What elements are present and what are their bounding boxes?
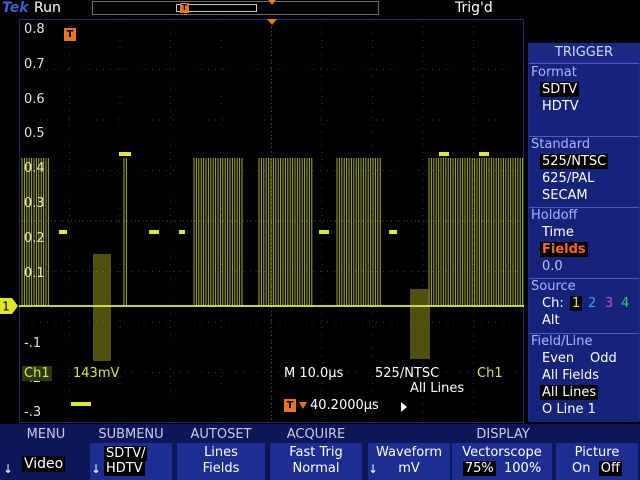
delay-trigger-marker: T <box>284 399 296 412</box>
holdoff-option-time[interactable]: Time <box>540 225 576 240</box>
format-heading: Format <box>531 65 577 80</box>
acquire-header: ACQUIRE <box>286 427 346 442</box>
menu-down-arrow-icon: ↓ <box>3 462 14 476</box>
y-label: 0.7 <box>24 57 45 72</box>
autoset-header: AUTOSET <box>190 427 252 442</box>
submenu-down-arrow-icon: ↓ <box>91 462 102 476</box>
acquire-label-1: Fast Trig <box>289 445 343 460</box>
submenu-label-2: HDTV <box>104 461 145 476</box>
y-label: -.3 <box>24 405 42 420</box>
vectorscope-100[interactable]: 100% <box>504 461 541 476</box>
run-state: Run <box>34 0 61 16</box>
field-line-heading: Field/Line <box>531 334 593 349</box>
trigger-standard-readout: 525/NTSC <box>375 366 440 381</box>
field-option-all-lines[interactable]: All Lines <box>540 385 599 400</box>
delay-arrow-icon <box>299 402 307 409</box>
display-header: DISPLAY <box>476 427 530 442</box>
autoset-button[interactable]: Lines Fields <box>177 443 265 480</box>
source-channel-3[interactable]: 3 <box>603 296 615 311</box>
holdoff-value: 0.0 <box>542 259 563 274</box>
standard-option-pal[interactable]: 625/PAL <box>540 171 596 186</box>
record-trigger-marker: T <box>180 3 189 13</box>
delay-pointer-icon <box>401 402 407 412</box>
waveform-value: mV <box>398 461 420 476</box>
picture-button[interactable]: Picture On Off <box>556 443 638 480</box>
y-label: 0.2 <box>24 231 45 246</box>
y-label: -.1 <box>24 336 42 351</box>
source-heading: Source <box>531 279 576 294</box>
vectorscope-75[interactable]: 75% <box>462 461 496 476</box>
vectorscope-label: Vectorscope <box>462 445 542 460</box>
side-menu-title: TRIGGER <box>554 45 614 60</box>
trigger-position-arrow-icon <box>268 0 276 5</box>
format-option-hdtv[interactable]: HDTV <box>540 99 581 114</box>
trigger-marker: T <box>64 28 76 41</box>
field-option-odd[interactable]: Odd <box>588 351 619 366</box>
trigger-lines-readout: All Lines <box>410 381 465 396</box>
brand-logo: Tek <box>2 0 29 16</box>
source-channel-4[interactable]: 4 <box>619 296 631 311</box>
autoset-label-1: Lines <box>204 445 238 460</box>
ch1-ground-label: 1 <box>2 300 10 314</box>
field-option-line-number[interactable]: O Line 1 <box>540 402 598 417</box>
channel-readout[interactable]: Ch1 <box>22 366 52 381</box>
picture-label: Picture <box>574 445 620 460</box>
y-label: 0.4 <box>24 161 45 176</box>
source-channel-2[interactable]: 2 <box>586 296 598 311</box>
acquire-button[interactable]: Fast Trig Normal <box>270 443 362 480</box>
waveform-label: Waveform <box>376 445 442 460</box>
source-channel-label: Ch: <box>542 296 564 311</box>
format-option-sdtv[interactable]: SDTV <box>540 82 580 97</box>
field-option-even[interactable]: Even <box>540 351 576 366</box>
standard-option-secam[interactable]: SECAM <box>540 188 590 203</box>
source-option-alt[interactable]: Alt <box>540 313 562 328</box>
vectorscope-button[interactable]: Vectorscope 75% 100% <box>452 443 552 480</box>
picture-off[interactable]: Off <box>598 461 622 476</box>
y-label: 0.1 <box>24 266 45 281</box>
holdoff-option-fields[interactable]: Fields <box>540 242 588 257</box>
field-option-all-fields[interactable]: All Fields <box>540 368 601 383</box>
waveform-down-arrow-icon: ↓ <box>368 462 379 476</box>
trigger-point-arrow-icon <box>267 19 277 25</box>
time-per-div-readout: M 10.0µs <box>284 366 344 381</box>
y-label: 0.8 <box>24 22 45 37</box>
y-label: 0.3 <box>24 196 45 211</box>
waveform-button[interactable]: Waveform mV <box>368 443 450 480</box>
trigger-status: Trig'd <box>455 0 493 16</box>
standard-option-ntsc[interactable]: 525/NTSC <box>540 154 609 169</box>
holdoff-heading: Holdoff <box>531 208 578 223</box>
trigger-source-readout: Ch1 <box>477 366 503 381</box>
volts-per-div-readout: 143mV <box>73 366 120 381</box>
waveform-trace <box>19 19 524 423</box>
autoset-label-2: Fields <box>202 461 240 476</box>
horizontal-delay-readout: 40.2000µs <box>310 398 379 413</box>
menu-video-label: Video <box>22 456 66 472</box>
picture-on[interactable]: On <box>572 461 590 476</box>
submenu-header: SUBMENU <box>98 427 164 442</box>
standard-heading: Standard <box>531 137 591 152</box>
acquire-label-2: Normal <box>292 461 340 476</box>
y-label: 0.5 <box>24 126 45 141</box>
menu-header: MENU <box>26 427 66 442</box>
ch1-ground-marker[interactable]: 1 <box>0 298 18 314</box>
source-channel-1[interactable]: 1 <box>570 296 583 311</box>
submenu-label-1: SDTV/ <box>104 446 148 461</box>
y-label: 0.6 <box>24 92 45 107</box>
